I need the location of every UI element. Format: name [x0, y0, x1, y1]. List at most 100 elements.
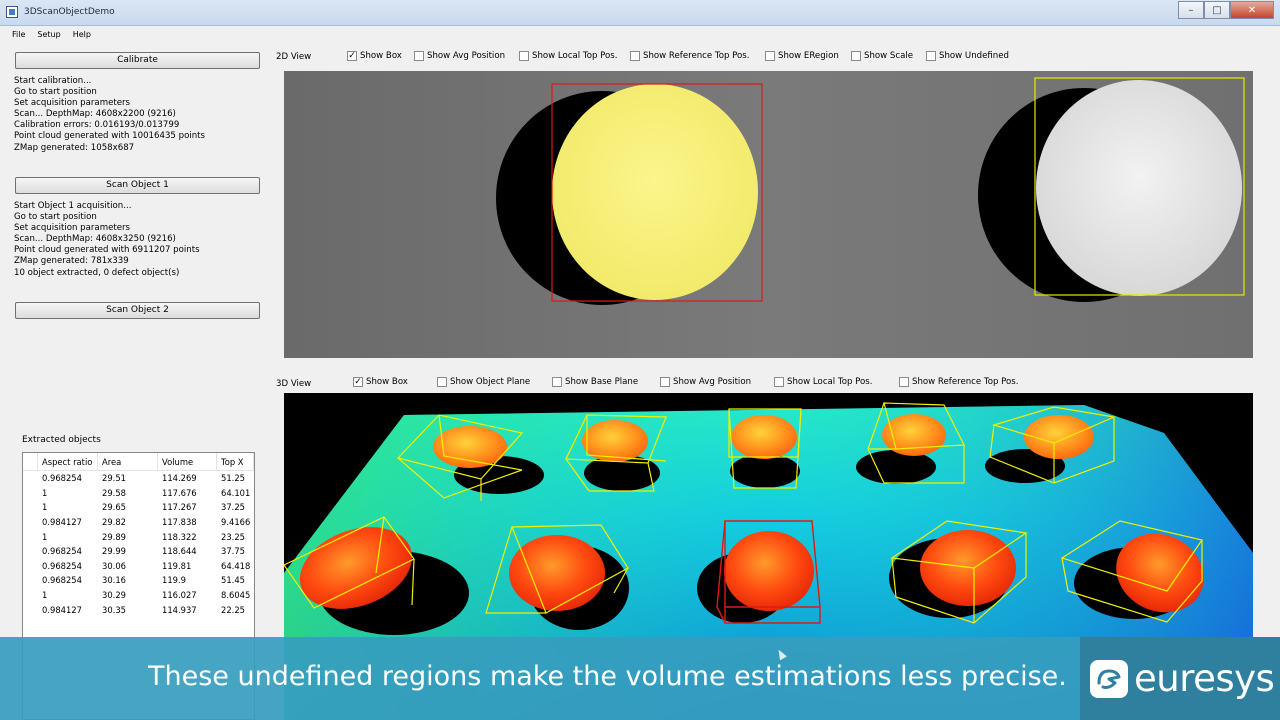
- option-show-base-plane[interactable]: Show Base Plane: [552, 377, 638, 387]
- checkbox-icon[interactable]: ✓: [347, 51, 357, 61]
- menu-file[interactable]: File: [8, 30, 29, 39]
- calibration-log: Start calibration... Go to start positio…: [14, 76, 206, 153]
- table-row[interactable]: 0.968254 29.51 114.269 51.25: [23, 471, 254, 486]
- option-show-box[interactable]: ✓ Show Box: [347, 51, 402, 61]
- table-row[interactable]: 0.984127 30.35 114.937 22.25: [23, 602, 254, 617]
- object: [1036, 80, 1242, 296]
- table-row[interactable]: 0.968254 30.16 119.9 51.45: [23, 573, 254, 588]
- table-cell: 0.984127: [42, 604, 82, 615]
- table-row[interactable]: 0.984127 29.82 117.838 9.4166: [23, 515, 254, 530]
- table-cell: 29.58: [102, 487, 126, 498]
- checkbox-icon[interactable]: [774, 377, 784, 387]
- maximize-icon[interactable]: □: [1204, 1, 1230, 19]
- table-cell: 0.984127: [42, 517, 82, 528]
- minimize-icon[interactable]: –: [1178, 1, 1204, 19]
- view-2d-header: 2D View: [276, 50, 311, 64]
- checkbox-icon[interactable]: [437, 377, 447, 387]
- table-cell: 9.4166: [221, 517, 251, 528]
- option-label: Show Reference Top Pos.: [643, 51, 750, 61]
- extracted-objects-label: Extracted objects: [22, 435, 101, 445]
- option-label: Show ERegion: [778, 51, 839, 61]
- selected-object: [724, 531, 814, 611]
- calibrate-button[interactable]: Calibrate: [15, 52, 260, 69]
- scan-object-1-log: Start Object 1 acquisition... Go to star…: [14, 201, 200, 278]
- option-show-object-plane[interactable]: Show Object Plane: [437, 377, 530, 387]
- brand-block: euresys: [1080, 637, 1280, 720]
- table-cell: 1: [42, 590, 48, 601]
- option-show-scale[interactable]: Show Scale: [851, 51, 913, 61]
- option-label: Show Undefined: [939, 51, 1010, 61]
- object: [920, 530, 1016, 606]
- option-show-eregion[interactable]: Show ERegion: [765, 51, 839, 61]
- checkbox-icon[interactable]: ✓: [353, 377, 363, 387]
- option-label: Show Avg Position: [427, 51, 506, 61]
- option-show-avg-position[interactable]: Show Avg Position: [414, 51, 505, 61]
- checkbox-icon[interactable]: [630, 51, 640, 61]
- checkbox-icon[interactable]: [765, 51, 775, 61]
- table-cell: 0.968254: [42, 473, 82, 484]
- checkbox-icon[interactable]: [926, 51, 936, 61]
- left-panel: Calibrate Start calibration... Go to sta…: [8, 46, 268, 720]
- checkbox-icon[interactable]: [414, 51, 424, 61]
- column-header[interactable]: Volume: [158, 453, 217, 471]
- option-label: Show Local Top Pos.: [532, 51, 618, 61]
- option-label: Show Base Plane: [565, 377, 639, 387]
- object: [882, 414, 946, 456]
- table-cell: 0.968254: [42, 546, 82, 557]
- view-2d-canvas[interactable]: [284, 71, 1253, 358]
- option-show-reference-top-pos[interactable]: Show Reference Top Pos.: [630, 51, 750, 61]
- table-row[interactable]: 0.968254 29.99 118.644 37.75: [23, 544, 254, 559]
- table-cell: 117.838: [162, 517, 197, 528]
- scan-object-2-button[interactable]: Scan Object 2: [15, 302, 260, 319]
- option-label: Show Box: [360, 51, 402, 61]
- view-3d-title: 3D View: [276, 379, 312, 389]
- column-header[interactable]: Top X: [217, 453, 254, 471]
- option-label: Show Reference Top Pos.: [912, 377, 1019, 387]
- table-row[interactable]: 0.968254 30.06 119.81 64.418: [23, 559, 254, 574]
- close-icon[interactable]: ✕: [1230, 1, 1274, 19]
- option-show-local-top-pos[interactable]: Show Local Top Pos.: [519, 51, 618, 61]
- table-row[interactable]: 1 29.58 117.676 64.101: [23, 486, 254, 501]
- table-cell: 51.25: [221, 473, 245, 484]
- object: [731, 415, 797, 459]
- brand-name: euresys: [1134, 657, 1275, 700]
- window-controls: – □ ✕: [1178, 1, 1274, 19]
- table-row[interactable]: 1 30.29 116.027 8.6045: [23, 588, 254, 603]
- checkbox-icon[interactable]: [552, 377, 562, 387]
- option-show-reference-top-pos[interactable]: Show Reference Top Pos.: [899, 377, 1019, 387]
- table-cell: 114.937: [162, 604, 197, 615]
- table-row[interactable]: 1 29.65 117.267 37.25: [23, 500, 254, 515]
- checkbox-icon[interactable]: [851, 51, 861, 61]
- view-2d-image: [496, 77, 1245, 305]
- table-cell: 119.81: [162, 560, 192, 571]
- option-show-undefined[interactable]: Show Undefined: [926, 51, 1009, 61]
- scan-object-1-button[interactable]: Scan Object 1: [15, 177, 260, 194]
- option-show-box[interactable]: ✓ Show Box: [353, 377, 408, 387]
- euresys-logo-icon: [1090, 659, 1128, 698]
- column-header[interactable]: Area: [98, 453, 158, 471]
- menu-help[interactable]: Help: [69, 30, 95, 39]
- checkbox-icon[interactable]: [660, 377, 670, 387]
- shadow-region: [730, 454, 800, 488]
- checkbox-icon[interactable]: [519, 51, 529, 61]
- table-cell: 30.35: [102, 604, 126, 615]
- table-cell: 64.418: [221, 560, 251, 571]
- table-cell: 1: [42, 502, 48, 513]
- table-cell: 0.968254: [42, 560, 82, 571]
- option-show-local-top-pos[interactable]: Show Local Top Pos.: [774, 377, 873, 387]
- menu-setup[interactable]: Setup: [33, 30, 64, 39]
- option-label: Show Avg Position: [673, 377, 752, 387]
- table-cell: 118.322: [162, 531, 197, 542]
- table-body: 0.968254 29.51 114.269 51.25 1 29.58 117.676 64…: [23, 471, 254, 617]
- table-row[interactable]: 1 29.89 118.322 23.25: [23, 529, 254, 544]
- checkbox-icon[interactable]: [899, 377, 909, 387]
- table-cell: 37.25: [221, 502, 245, 513]
- option-label: Show Object Plane: [450, 377, 531, 387]
- option-show-avg-position[interactable]: Show Avg Position: [660, 377, 751, 387]
- view-3d-header: 3D View: [276, 377, 311, 391]
- window-title: 3DScanObjectDemo: [24, 7, 115, 17]
- table-cell: 117.676: [162, 487, 197, 498]
- column-header[interactable]: Aspect ratio: [38, 453, 98, 471]
- euresys-logo-mark: [1097, 669, 1121, 689]
- shadow-region: [856, 450, 936, 484]
